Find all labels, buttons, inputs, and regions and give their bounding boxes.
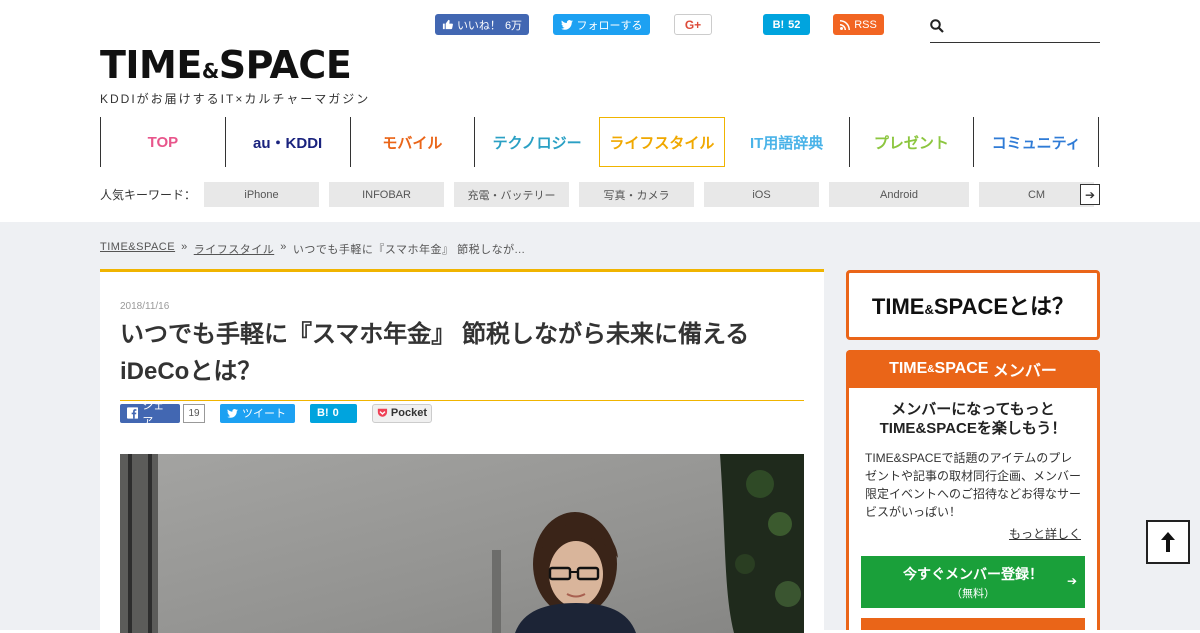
about-title: TIME&SPACEとは？: [871, 294, 1075, 319]
hatena-icon: B!: [772, 18, 785, 31]
pocket-label: Pocket: [390, 407, 427, 419]
tw-follow-label: フォローする: [576, 19, 643, 32]
keyword-tag[interactable]: Android: [829, 182, 970, 207]
hatena-share-button[interactable]: B! 0: [310, 403, 357, 423]
breadcrumb-separator: »: [181, 241, 188, 253]
fb-share-count: 19: [183, 403, 205, 423]
logo-tagline: KDDIがお届けするIT×カルチャーマガジン: [100, 92, 371, 106]
google-plus-button[interactable]: G+: [674, 14, 712, 35]
nav-item[interactable]: コミュニティ: [973, 117, 1099, 167]
tweet-button[interactable]: ツイート: [220, 403, 295, 423]
member-box: TIME & SPACE メンバー メンバーになってもっと TIME&SPACEを楽…: [846, 350, 1100, 630]
pocket-icon: [377, 408, 388, 417]
breadcrumb-current: いつでも手軽に『スマホ年金』 節税しなが...: [292, 244, 526, 256]
gplus-icon: G+: [684, 17, 702, 32]
register-label: 今すぐメンバー登録！: [903, 565, 1043, 582]
twitter-bird-icon: [227, 408, 238, 418]
member-more-link[interactable]: もっと詳しく: [865, 525, 1081, 542]
arrow-up-icon: [1161, 532, 1175, 552]
thumbs-up-icon: [442, 19, 453, 30]
hatena-count: 52: [788, 18, 801, 31]
keyword-tag[interactable]: INFOBAR: [329, 182, 445, 207]
popular-keywords: 人気キーワード： iPhone INFOBAR 充電・バッテリー 写真・カメラ iOS A…: [100, 182, 1100, 207]
hatena-share-count: 0: [332, 407, 339, 419]
facebook-like-button[interactable]: いいね！ 6万: [435, 14, 529, 35]
register-sub: （無料）: [951, 587, 995, 600]
tweet-label: ツイート: [242, 408, 286, 420]
nav-item[interactable]: IT用語辞典: [725, 117, 849, 167]
article-date: 2018/11/16: [120, 301, 170, 312]
article: 2018/11/16 いつでも手軽に『スマホ年金』 節税しながら未来に備えるiD…: [100, 269, 824, 633]
search-icon[interactable]: [930, 19, 944, 33]
member-header: TIME & SPACE メンバー: [849, 350, 1097, 388]
facebook-share-button[interactable]: シェア: [120, 400, 180, 428]
keyword-tag[interactable]: CM: [979, 182, 1095, 207]
member-tagline: メンバーになってもっと TIME&SPACEを楽しもう！: [879, 401, 1067, 437]
back-to-top-button[interactable]: [1146, 520, 1190, 564]
article-title: いつでも手軽に『スマホ年金』 節税しながら未来に備えるiDeCoとは？: [120, 316, 804, 401]
facebook-icon: [127, 407, 139, 419]
fb-share-label: シェア: [142, 400, 165, 428]
search-box: [930, 14, 1100, 43]
arrow-right-icon[interactable]: ➔: [1080, 184, 1100, 205]
about-banner[interactable]: TIME&SPACEとは？: [846, 270, 1100, 340]
login-button[interactable]: [861, 618, 1085, 630]
rss-button[interactable]: RSS: [833, 14, 884, 35]
fb-like-label: いいね！: [456, 19, 501, 32]
nav-item[interactable]: au・KDDI: [224, 117, 350, 167]
site-logo[interactable]: TIME&SPACE KDDIがお届けするIT×カルチャーマガジン: [100, 43, 400, 106]
nav-item[interactable]: プレゼント: [848, 117, 974, 167]
nav-item[interactable]: ライフスタイル: [599, 117, 725, 167]
hatena-bookmark-button[interactable]: B! 52: [763, 14, 810, 35]
search-input[interactable]: [950, 14, 1100, 42]
member-description: TIME&SPACEで話題のアイテムのプレゼントや記事の取材同行企画、メンバー限…: [865, 451, 1082, 519]
breadcrumb: TIME&SPACE » ライフスタイル » いつでも手軽に『スマホ年金』 節税…: [100, 241, 525, 257]
arrow-right-icon: ➔: [1066, 574, 1077, 588]
breadcrumb-home[interactable]: TIME&SPACE: [100, 241, 175, 257]
twitter-follow-button[interactable]: フォローする: [553, 14, 650, 35]
keyword-tag[interactable]: iOS: [704, 182, 820, 207]
nav-item[interactable]: モバイル: [349, 117, 475, 167]
nav-item[interactable]: テクノロジー: [474, 117, 599, 167]
logo-wordmark: TIME&SPACE: [100, 43, 352, 87]
rss-icon: [840, 19, 851, 30]
rss-label: RSS: [854, 18, 877, 31]
register-button[interactable]: 今すぐメンバー登録！ （無料） ➔: [861, 556, 1085, 608]
pocket-button[interactable]: Pocket: [372, 403, 432, 423]
hero-image: [120, 454, 804, 633]
breadcrumb-separator: »: [280, 241, 287, 253]
hatena-icon: B!: [317, 407, 329, 419]
twitter-bird-icon: [560, 19, 573, 30]
keyword-tag[interactable]: 写真・カメラ: [579, 182, 695, 207]
keyword-tag[interactable]: 充電・バッテリー: [454, 182, 570, 207]
keywords-label: 人気キーワード：: [100, 188, 197, 202]
site-header: いいね！ 6万 フォローする G+ B! 52 RSS TIME&SPACE K…: [0, 0, 1200, 222]
share-buttons: シェア 19 ツイート B! 0 Pocket: [120, 400, 432, 428]
breadcrumb-category[interactable]: ライフスタイル: [194, 241, 275, 257]
nav-item[interactable]: TOP: [100, 117, 225, 167]
keyword-tag[interactable]: iPhone: [204, 182, 320, 207]
fb-like-count: 6万: [504, 19, 523, 32]
main-nav: TOP au・KDDI モバイル テクノロジー ライフスタイル IT用語辞典 プレゼント コミ…: [100, 117, 1099, 167]
